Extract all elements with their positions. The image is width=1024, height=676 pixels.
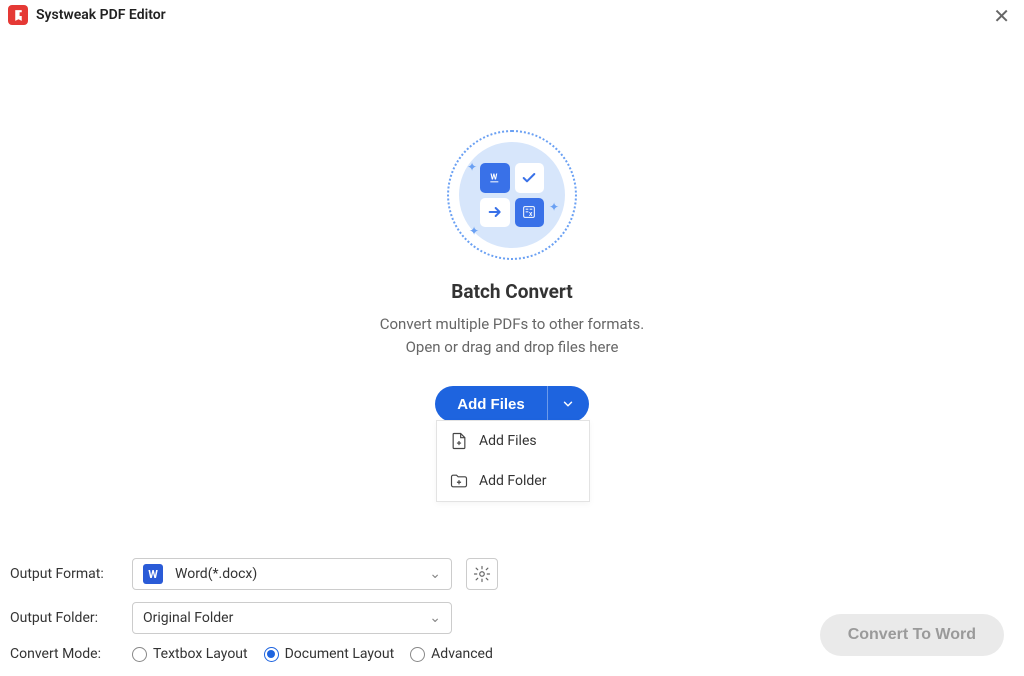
radio-label: Document Layout (285, 646, 395, 662)
output-folder-label: Output Folder: (10, 610, 132, 626)
add-files-dropdown: Add Files Add Folder (436, 420, 590, 502)
dropdown-item-add-folder[interactable]: Add Folder (437, 461, 589, 501)
close-button[interactable]: ✕ (987, 4, 1016, 28)
main-area: W X ✦ ✦ ✦ Batch Convert Convert multiple… (0, 30, 1024, 422)
subtext-line1: Convert multiple PDFs to other formats. (380, 315, 645, 333)
add-files-button[interactable]: Add Files (435, 386, 547, 422)
gear-icon (473, 565, 491, 583)
output-format-select[interactable]: W Word(*.docx) ⌄ (132, 558, 452, 590)
folder-plus-icon (449, 471, 469, 491)
convert-mode-options: Textbox Layout Document Layout Advanced (132, 646, 493, 662)
app-icon (8, 5, 28, 25)
doc-w-icon: W (480, 163, 510, 193)
output-format-label: Output Format: (10, 566, 132, 582)
radio-label: Textbox Layout (153, 646, 248, 662)
titlebar: Systweak PDF Editor ✕ (0, 0, 1024, 30)
batch-convert-illustration: W X ✦ ✦ ✦ (447, 130, 577, 260)
file-plus-icon (449, 431, 469, 451)
convert-button[interactable]: Convert To Word (820, 614, 1004, 656)
dropdown-item-label: Add Files (479, 433, 537, 449)
add-files-dropdown-toggle[interactable] (547, 386, 589, 422)
convert-mode-label: Convert Mode: (10, 646, 132, 662)
check-icon (515, 163, 545, 193)
output-format-row: Output Format: W Word(*.docx) ⌄ (10, 558, 1014, 590)
radio-textbox-layout[interactable]: Textbox Layout (132, 646, 248, 662)
arrow-right-icon (480, 198, 510, 228)
doc-x-icon: X (515, 198, 545, 228)
chevron-down-icon: ⌄ (429, 566, 441, 582)
output-format-value: Word(*.docx) (175, 566, 257, 582)
chevron-down-icon: ⌄ (429, 610, 441, 626)
radio-document-layout[interactable]: Document Layout (264, 646, 395, 662)
word-icon: W (143, 564, 163, 584)
chevron-down-icon (561, 397, 575, 411)
page-heading: Batch Convert (451, 280, 572, 303)
page-subtext: Convert multiple PDFs to other formats. … (380, 313, 645, 358)
output-folder-value: Original Folder (143, 610, 233, 626)
output-format-settings-button[interactable] (466, 558, 498, 590)
app-title: Systweak PDF Editor (36, 7, 166, 23)
radio-advanced[interactable]: Advanced (410, 646, 493, 662)
output-folder-select[interactable]: Original Folder ⌄ (132, 602, 452, 634)
settings-panel: Output Format: W Word(*.docx) ⌄ Output F… (0, 558, 1024, 676)
radio-label: Advanced (431, 646, 493, 662)
add-files-group: Add Files (435, 386, 589, 422)
svg-text:W: W (490, 172, 497, 181)
dropdown-item-add-files[interactable]: Add Files (437, 421, 589, 461)
subtext-line2: Open or drag and drop files here (406, 338, 619, 356)
dropdown-item-label: Add Folder (479, 473, 546, 489)
